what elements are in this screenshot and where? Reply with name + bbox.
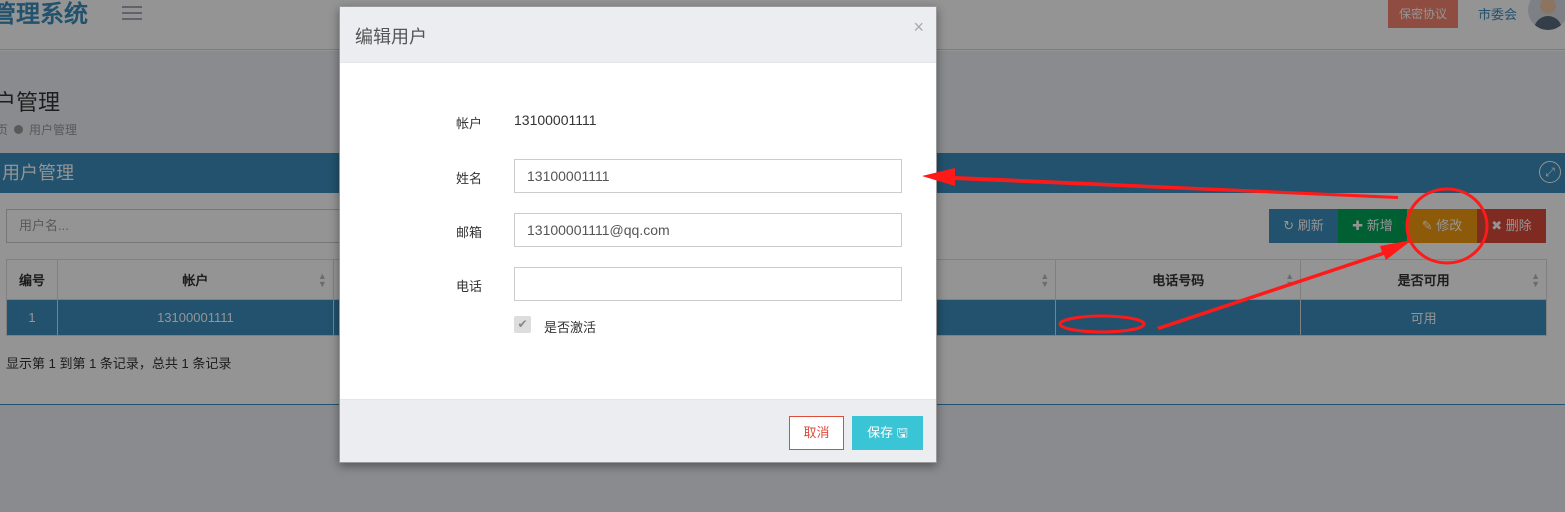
account-value: 13100001111 <box>514 112 597 128</box>
modal-footer: 取消 保存 🖫 <box>340 399 936 462</box>
active-checkbox[interactable]: ✔ <box>514 316 531 333</box>
modal-title: 编辑用户 <box>355 27 427 47</box>
phone-field[interactable] <box>514 267 902 301</box>
save-label: 保存 <box>867 425 894 440</box>
name-label: 姓名 <box>456 171 483 186</box>
save-button[interactable]: 保存 🖫 <box>852 416 923 450</box>
close-icon[interactable]: × <box>913 17 924 38</box>
phone-label: 电话 <box>456 279 483 294</box>
account-label: 帐户 <box>456 116 483 131</box>
modal-header: 编辑用户 × <box>340 7 936 63</box>
floppy-icon: 🖫 <box>896 425 908 440</box>
email-label: 邮箱 <box>456 225 483 240</box>
name-field[interactable]: 13100001111 <box>514 159 902 193</box>
active-checkbox-label: 是否激活 <box>544 320 597 335</box>
cancel-button[interactable]: 取消 <box>789 416 844 450</box>
modal-body: 帐户 13100001111 姓名 13100001111 邮箱 1310000… <box>340 63 936 399</box>
edit-user-modal: 编辑用户 × 帐户 13100001111 姓名 13100001111 邮箱 … <box>339 6 937 463</box>
check-icon: ✔ <box>517 317 528 331</box>
email-field[interactable]: 13100001111@qq.com <box>514 213 902 247</box>
